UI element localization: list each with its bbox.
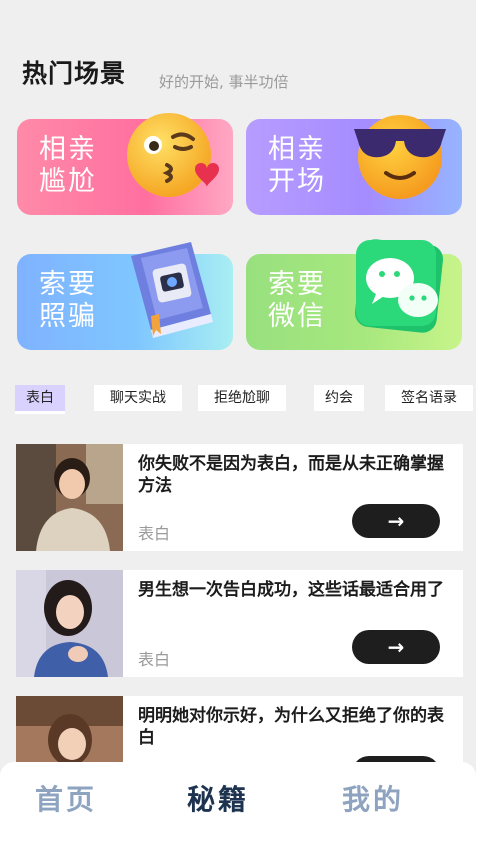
scene-card-ask-wechat[interactable]: 索要微信 bbox=[246, 239, 462, 350]
article-category: 表白 bbox=[138, 650, 171, 669]
read-arrow-button[interactable]: → bbox=[352, 504, 440, 538]
tag-chat-practice[interactable]: 聊天实战 bbox=[94, 385, 182, 411]
page-title: 热门场景 bbox=[22, 59, 127, 88]
scene-card-awkward-date[interactable]: 相亲尴尬 bbox=[17, 113, 233, 215]
bottom-nav: 首页 秘籍 我的 bbox=[0, 762, 476, 851]
page-subtitle: 好的开始, 事半功倍 bbox=[159, 73, 289, 91]
tag-confession[interactable]: 表白 bbox=[15, 385, 65, 414]
tag-dating[interactable]: 约会 bbox=[314, 385, 364, 411]
nav-secret-tips[interactable]: 秘籍 bbox=[187, 778, 249, 818]
article-title: 明明她对你示好，为什么又拒绝了你的表白 bbox=[138, 706, 444, 748]
kiss-emoji-icon bbox=[127, 113, 219, 197]
nav-mine[interactable]: 我的 bbox=[342, 778, 404, 818]
read-arrow-button[interactable]: → bbox=[352, 630, 440, 664]
article-title: 男生想一次告白成功，这些话最适合用了 bbox=[138, 580, 444, 600]
scene-card-label: 相亲开场 bbox=[268, 134, 326, 197]
wechat-icon bbox=[355, 239, 443, 333]
article-thumbnail bbox=[16, 444, 123, 551]
article-card[interactable]: 男生想一次告白成功，这些话最适合用了 表白 → bbox=[16, 570, 463, 677]
scene-card-date-opening[interactable]: 相亲开场 bbox=[246, 115, 462, 215]
scene-card-label: 索要微信 bbox=[268, 269, 326, 332]
tag-signature-quotes[interactable]: 签名语录 bbox=[385, 385, 473, 411]
article-title: 你失败不是因为表白，而是从未正确掌握方法 bbox=[138, 454, 444, 496]
sunglasses-emoji-icon bbox=[354, 115, 446, 199]
photo-book-icon bbox=[131, 242, 213, 338]
app-screen: 热门场景 好的开始, 事半功倍 相亲尴尬 相亲开场 索要照骗 索要微信 表白 聊… bbox=[0, 0, 477, 851]
article-thumbnail bbox=[16, 570, 123, 677]
scene-card-label: 相亲尴尬 bbox=[39, 134, 97, 197]
article-category: 表白 bbox=[138, 524, 171, 543]
scene-card-label: 索要照骗 bbox=[39, 269, 97, 332]
article-card[interactable]: 你失败不是因为表白，而是从未正确掌握方法 表白 → bbox=[16, 444, 463, 551]
tag-avoid-awkward[interactable]: 拒绝尬聊 bbox=[198, 385, 286, 411]
nav-home[interactable]: 首页 bbox=[35, 778, 97, 818]
scene-card-ask-photo[interactable]: 索要照骗 bbox=[17, 242, 233, 350]
